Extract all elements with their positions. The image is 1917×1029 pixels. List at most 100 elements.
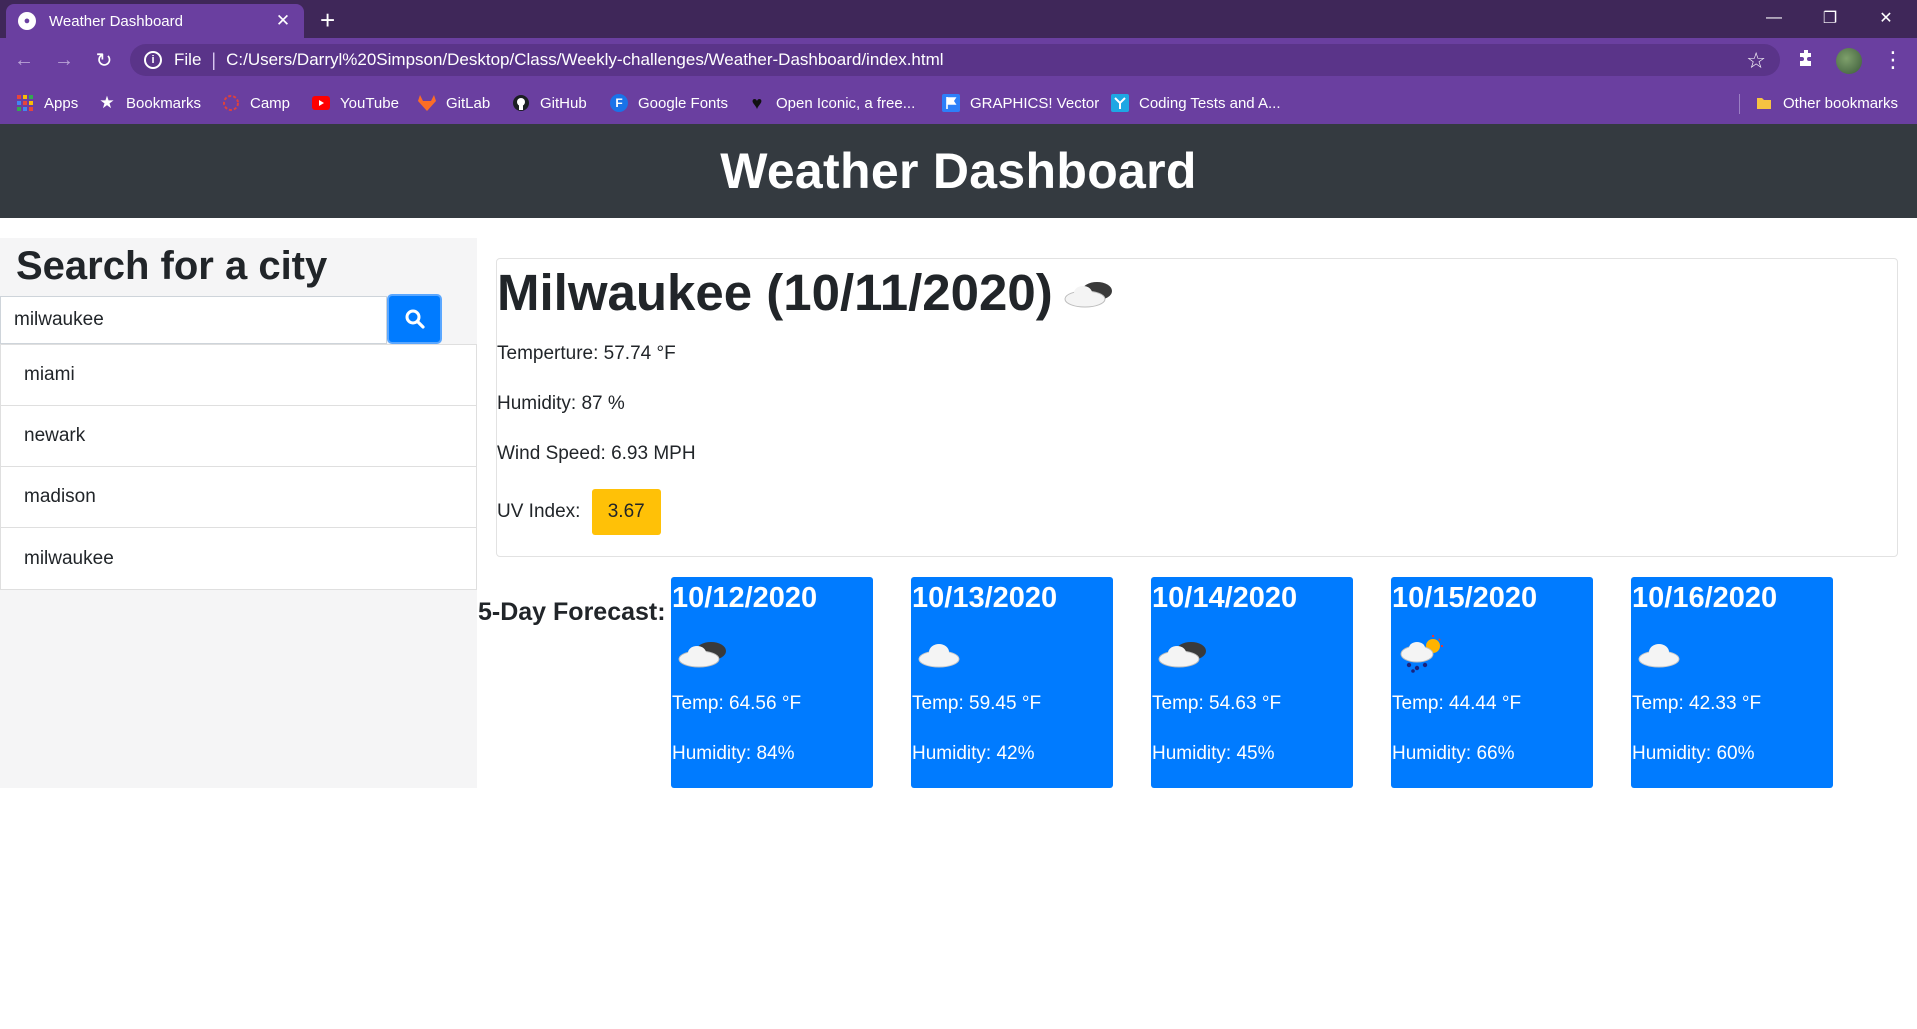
info-icon[interactable]: i [144, 51, 162, 69]
forecast-temp: Temp: 59.45 °F [912, 693, 1042, 714]
cloudy-icon [1061, 263, 1117, 322]
history-item-newark[interactable]: newark [1, 406, 476, 467]
camp-icon [222, 94, 240, 112]
forecast-card: 10/13/2020 Temp: 59.45 °F Humidity: 42% [911, 577, 1113, 788]
page-title: Weather Dashboard [720, 143, 1197, 199]
bookmark-camp[interactable]: Camp [222, 92, 290, 114]
bookmark-label: Open Iconic, a free... [776, 94, 916, 112]
forecast-humidity: Humidity: 42% [912, 743, 1035, 764]
forecast-temp: Temp: 42.33 °F [1632, 693, 1762, 714]
bookmark-label: Bookmarks [126, 94, 202, 112]
extensions-icon[interactable] [1797, 48, 1817, 74]
current-wind-speed: Wind Speed: 6.93 MPH [497, 443, 696, 465]
close-tab-icon[interactable]: ✕ [274, 11, 292, 31]
bookmark-apps[interactable]: Apps [16, 92, 78, 114]
coding-tests-icon [1111, 94, 1129, 112]
flag-icon [942, 94, 960, 112]
url-scheme: File [174, 50, 202, 69]
forecast-humidity: Humidity: 45% [1152, 743, 1275, 764]
forecast-card: 10/14/2020 Temp: 54.63 °F Humidity: 45% [1151, 577, 1353, 788]
forecast-date: 10/12/2020 [672, 582, 818, 614]
uv-index-badge: 3.67 [591, 489, 661, 535]
forecast-date: 10/15/2020 [1392, 582, 1538, 614]
tab-title: Weather Dashboard [49, 12, 183, 30]
current-city-date: Milwaukee (10/11/2020) [497, 264, 1053, 321]
current-temperature: Temperture: 57.74 °F [497, 343, 676, 364]
forward-icon[interactable]: → [50, 46, 78, 74]
reload-icon[interactable]: ↻ [90, 46, 118, 74]
url-text[interactable]: C:/Users/Darryl%20Simpson/Desktop/Class/… [226, 50, 943, 70]
search-icon [405, 309, 425, 329]
bookmark-graphics-vector[interactable]: GRAPHICS! Vector [942, 92, 1099, 114]
bookmark-label: Apps [44, 94, 79, 112]
rain-sun-icon [1395, 634, 1451, 679]
gitlab-icon [418, 94, 436, 112]
globe-icon: ● [18, 12, 36, 30]
forecast-card: 10/12/2020 Temp: 64.56 °F Humidity: 84% [671, 577, 873, 788]
bookmark-open-iconic[interactable]: ♥ Open Iconic, a free... [748, 92, 916, 114]
browser-tab[interactable]: ● Weather Dashboard ✕ [6, 4, 304, 38]
star-icon: ★ [99, 93, 115, 112]
bookmark-label: Camp [250, 94, 291, 112]
search-history-list: miami newark madison milwaukee [0, 344, 477, 590]
page-header: Weather Dashboard [0, 124, 1917, 218]
bookmark-label: GRAPHICS! Vector [970, 94, 1100, 112]
search-sidebar: Search for a city miami newark madison m… [0, 238, 477, 788]
forecast-card: 10/15/2020 Temp: 44.44 °F Humidity: 66% [1391, 577, 1593, 788]
restore-icon[interactable]: ❐ [1802, 0, 1858, 36]
bookmark-gitlab[interactable]: GitLab [418, 92, 490, 114]
bookmark-star-icon[interactable]: ☆ [1746, 48, 1766, 74]
browser-titlebar: ● Weather Dashboard ✕ + — ❐ ✕ [0, 0, 1917, 38]
forecast-temp: Temp: 64.56 °F [672, 693, 802, 714]
bookmarks-bar: Apps ★ Bookmarks Camp YouTube GitLab Git… [0, 82, 1917, 124]
forecast-date: 10/13/2020 [912, 582, 1058, 614]
profile-avatar[interactable] [1836, 48, 1862, 74]
bookmark-label: Google Fonts [638, 94, 729, 112]
bookmark-label: Coding Tests and A... [1139, 94, 1281, 112]
bookmark-coding-tests[interactable]: Coding Tests and A... [1111, 92, 1280, 114]
current-uv-row: UV Index: 3.67 [497, 489, 661, 535]
city-search-input[interactable] [0, 296, 387, 344]
address-bar[interactable]: i File | C:/Users/Darryl%20Simpson/Deskt… [130, 44, 1780, 76]
wind-speed-text: Wind Speed: 6.93 MPH [497, 443, 696, 464]
search-title: Search for a city [16, 244, 328, 288]
apps-grid-icon [16, 94, 34, 112]
new-tab-icon[interactable]: + [320, 5, 335, 35]
bookmark-youtube[interactable]: YouTube [312, 92, 399, 114]
forecast-date: 10/14/2020 [1152, 582, 1298, 614]
forecast-humidity: Humidity: 84% [672, 743, 795, 764]
bookmark-label: GitHub [540, 94, 587, 112]
uv-label: UV Index: [497, 501, 581, 523]
bookmark-label: GitLab [446, 94, 491, 112]
bookmark-bookmarks[interactable]: ★ Bookmarks [98, 92, 201, 114]
forecast-card: 10/16/2020 Temp: 42.33 °F Humidity: 60% [1631, 577, 1833, 788]
current-humidity: Humidity: 87 % [497, 393, 625, 414]
forecast-humidity: Humidity: 60% [1632, 743, 1755, 764]
heart-icon: ♥ [751, 92, 763, 113]
cloud-icon [915, 634, 971, 675]
forecast-label: 5-Day Forecast: [478, 598, 666, 626]
browser-toolbar: ← → ↻ i File | C:/Users/Darryl%20Simpson… [0, 38, 1917, 82]
github-icon [512, 94, 530, 112]
history-item-miami[interactable]: miami [1, 345, 476, 406]
current-weather-card: Milwaukee (10/11/2020) Temperture: 57.74… [496, 258, 1898, 557]
close-window-icon[interactable]: ✕ [1858, 0, 1914, 36]
history-item-milwaukee[interactable]: milwaukee [1, 528, 476, 589]
forecast-humidity: Humidity: 66% [1392, 743, 1515, 764]
bookmarks-divider [1739, 94, 1740, 114]
cloud-icon [1635, 634, 1691, 675]
broken-clouds-icon [1155, 634, 1211, 675]
history-item-madison[interactable]: madison [1, 467, 476, 528]
search-button[interactable] [387, 294, 442, 344]
bookmark-label: Other bookmarks [1783, 94, 1899, 112]
youtube-icon [312, 94, 330, 112]
browser-menu-icon[interactable]: ⋮ [1882, 46, 1904, 74]
google-fonts-icon: F [610, 94, 628, 112]
current-heading-row: Milwaukee (10/11/2020) [497, 263, 1117, 322]
bookmark-other[interactable]: Other bookmarks [1755, 92, 1898, 114]
bookmark-github[interactable]: GitHub [512, 92, 587, 114]
minimize-icon[interactable]: — [1746, 0, 1802, 36]
back-icon[interactable]: ← [10, 46, 38, 74]
forecast-temp: Temp: 54.63 °F [1152, 693, 1282, 714]
bookmark-google-fonts[interactable]: F Google Fonts [610, 92, 728, 114]
